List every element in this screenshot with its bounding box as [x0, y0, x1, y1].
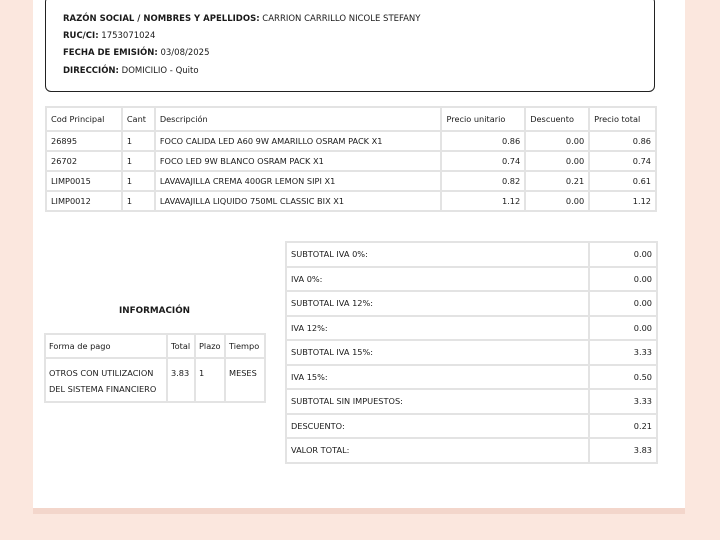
payment-header-row: Forma de pago Total Plazo Tiempo	[44, 333, 266, 359]
totals-label: DESCUENTO:	[284, 412, 591, 439]
payment-total: 3.83	[166, 357, 196, 403]
item-code: LIMP0015	[45, 170, 123, 192]
column-header: Cant	[120, 106, 156, 132]
razon-social-row: RAZÓN SOCIAL / NOMBRES Y APELLIDOS: CARR…	[63, 14, 420, 24]
totals-value: 0.00	[588, 290, 658, 317]
table-row: LIMP0015 1 LAVAVAJILLA CREMA 400GR LEMON…	[45, 170, 657, 192]
fecha-emision-row: FECHA DE EMISIÓN: 03/08/2025	[63, 48, 209, 58]
totals-label: SUBTOTAL IVA 12%:	[284, 290, 591, 317]
razon-social-label: RAZÓN SOCIAL / NOMBRES Y APELLIDOS:	[63, 14, 260, 24]
column-header: Descuento	[524, 106, 591, 132]
item-qty: 1	[120, 190, 156, 212]
totals-table: SUBTOTAL IVA 0%: 0.00 IVA 0%: 0.00 SUBTOTA…	[284, 241, 658, 464]
direccion-value: DOMICILIO - Quito	[121, 66, 199, 76]
item-description: LAVAVAJILLA CREMA 400GR LEMON SIPI X1	[153, 170, 443, 192]
column-header: Plazo	[194, 333, 226, 359]
item-qty: 1	[120, 130, 156, 152]
direccion-row: DIRECCIÓN: DOMICILIO - Quito	[63, 66, 199, 76]
payment-table: Forma de pago Total Plazo Tiempo OTROS C…	[44, 333, 266, 403]
item-discount: 0.00	[524, 130, 591, 152]
totals-value: 0.00	[588, 241, 658, 268]
item-description: FOCO CALIDA LED A60 9W AMARILLO OSRAM PA…	[153, 130, 443, 152]
totals-row: DESCUENTO: 0.21	[284, 412, 658, 439]
totals-value: 0.00	[588, 265, 658, 292]
totals-row: SUBTOTAL IVA 12%: 0.00	[284, 290, 658, 317]
ruc-label: RUC/CI:	[63, 31, 99, 41]
totals-label: IVA 15%:	[284, 363, 591, 390]
table-row: LIMP0012 1 LAVAVAJILLA LIQUIDO 750ML CLA…	[45, 190, 657, 212]
item-unit-price: 0.82	[440, 170, 527, 192]
item-discount: 0.00	[524, 190, 591, 212]
sheet-bottom-edge	[33, 508, 685, 514]
item-qty: 1	[120, 170, 156, 192]
totals-value: 3.33	[588, 388, 658, 415]
item-total: 0.74	[588, 150, 657, 172]
column-header: Tiempo	[224, 333, 266, 359]
totals-row: SUBTOTAL SIN IMPUESTOS: 3.33	[284, 388, 658, 415]
invoice-sheet: RAZÓN SOCIAL / NOMBRES Y APELLIDOS: CARR…	[33, 0, 685, 508]
column-header: Forma de pago	[44, 333, 168, 359]
item-unit-price: 0.74	[440, 150, 527, 172]
column-header: Precio total	[588, 106, 657, 132]
column-header: Precio unitario	[440, 106, 527, 132]
totals-value: 0.50	[588, 363, 658, 390]
item-unit-price: 0.86	[440, 130, 527, 152]
item-qty: 1	[120, 150, 156, 172]
item-total: 1.12	[588, 190, 657, 212]
fecha-emision-label: FECHA DE EMISIÓN:	[63, 48, 158, 58]
payment-time-unit: MESES	[224, 357, 266, 403]
item-description: FOCO LED 9W BLANCO OSRAM PACK X1	[153, 150, 443, 172]
customer-info-box: RAZÓN SOCIAL / NOMBRES Y APELLIDOS: CARR…	[45, 0, 655, 92]
totals-row: VALOR TOTAL: 3.83	[284, 437, 658, 464]
totals-row: IVA 12%: 0.00	[284, 314, 658, 341]
item-total: 0.86	[588, 130, 657, 152]
item-discount: 0.21	[524, 170, 591, 192]
totals-value: 3.33	[588, 339, 658, 366]
info-title: INFORMACIÓN	[119, 306, 191, 316]
payment-term: 1	[194, 357, 226, 403]
totals-label: IVA 0%:	[284, 265, 591, 292]
totals-row: IVA 0%: 0.00	[284, 265, 658, 292]
items-header-row: Cod Principal Cant Descripción Precio un…	[45, 106, 657, 132]
item-description: LAVAVAJILLA LIQUIDO 750ML CLASSIC BIX X1	[153, 190, 443, 212]
totals-label: SUBTOTAL IVA 0%:	[284, 241, 591, 268]
fecha-emision-value: 03/08/2025	[160, 48, 210, 58]
item-code: 26702	[45, 150, 123, 172]
totals-label: VALOR TOTAL:	[284, 437, 591, 464]
item-unit-price: 1.12	[440, 190, 527, 212]
ruc-row: RUC/CI: 1753071024	[63, 31, 155, 41]
item-discount: 0.00	[524, 150, 591, 172]
column-header: Total	[166, 333, 196, 359]
totals-row: IVA 15%: 0.50	[284, 363, 658, 390]
item-code: LIMP0012	[45, 190, 123, 212]
payment-method: OTROS CON UTILIZACION DEL SISTEMA FINANC…	[44, 357, 168, 403]
totals-row: SUBTOTAL IVA 0%: 0.00	[284, 241, 658, 268]
totals-label: SUBTOTAL IVA 15%:	[284, 339, 591, 366]
direccion-label: DIRECCIÓN:	[63, 66, 119, 76]
table-row: 26702 1 FOCO LED 9W BLANCO OSRAM PACK X1…	[45, 150, 657, 172]
totals-label: IVA 12%:	[284, 314, 591, 341]
razon-social-value: CARRION CARRILLO NICOLE STEFANY	[262, 14, 421, 24]
column-header: Cod Principal	[45, 106, 123, 132]
table-row: OTROS CON UTILIZACION DEL SISTEMA FINANC…	[44, 357, 266, 403]
totals-value: 3.83	[588, 437, 658, 464]
item-total: 0.61	[588, 170, 657, 192]
ruc-value: 1753071024	[101, 31, 156, 41]
column-header: Descripción	[153, 106, 443, 132]
totals-label: SUBTOTAL SIN IMPUESTOS:	[284, 388, 591, 415]
totals-value: 0.21	[588, 412, 658, 439]
totals-value: 0.00	[588, 314, 658, 341]
item-code: 26895	[45, 130, 123, 152]
totals-row: SUBTOTAL IVA 15%: 3.33	[284, 339, 658, 366]
items-table: Cod Principal Cant Descripción Precio un…	[45, 106, 657, 212]
table-row: 26895 1 FOCO CALIDA LED A60 9W AMARILLO …	[45, 130, 657, 152]
